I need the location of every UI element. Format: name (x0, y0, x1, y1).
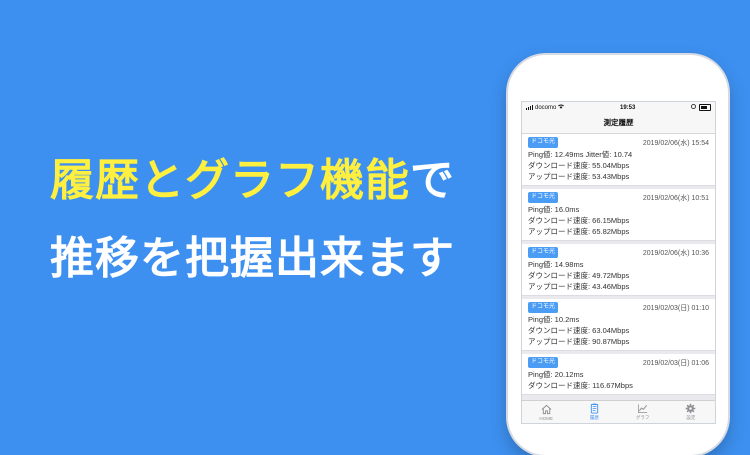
tab-home[interactable]: HOME (526, 404, 566, 421)
entry-date: 2019/02/03(日) 01:06 (642, 359, 709, 367)
phone-screen: docomo 19:53 測定履歴 ドコモ光 2019/02/06(水) 15:5… (521, 101, 716, 424)
tab-graph[interactable]: グラフ (623, 403, 663, 421)
headline-suffix: で (410, 155, 455, 206)
carrier-label: docomo (535, 104, 557, 111)
history-icon (590, 403, 599, 414)
headline-highlight: 履歴とグラフ機能 (50, 155, 410, 206)
home-icon (541, 404, 552, 414)
battery-icon (699, 104, 711, 111)
entry-date: 2019/02/06(水) 10:36 (642, 249, 709, 257)
upload-line: アップロード速度: 43.46Mbps (528, 282, 630, 291)
upload-line: アップロード速度: 53.43Mbps (528, 172, 630, 181)
tab-settings[interactable]: 設定 (671, 403, 711, 421)
entry-date: 2019/02/06(水) 15:54 (642, 139, 709, 147)
history-entry[interactable]: ドコモ光 2019/02/06(水) 10:51 Ping値: 16.0ms ダウンロ… (522, 189, 715, 241)
network-badge: ドコモ光 (528, 192, 559, 203)
download-line: ダウンロード速度: 63.04Mbps (528, 326, 630, 335)
promo-headline: 履歴とグラフ機能で 推移を把握出来ます (50, 142, 480, 298)
headline-line-2: 推移を把握出来ます (50, 233, 455, 284)
tab-settings-label: 設定 (686, 415, 696, 420)
tab-graph-label: グラフ (635, 415, 650, 420)
entry-date: 2019/02/06(水) 10:51 (642, 194, 709, 202)
ping-line: Ping値: 10.2ms (528, 315, 580, 324)
upload-line: アップロード速度: 90.87Mbps (528, 337, 630, 346)
download-line: ダウンロード速度: 49.72Mbps (528, 271, 630, 280)
graph-icon (638, 404, 648, 413)
lock-rotation-icon (691, 104, 696, 111)
network-badge: ドコモ光 (528, 137, 559, 148)
history-entry[interactable]: ドコモ光 2019/02/03(日) 01:06 Ping値: 20.12ms ダウン… (522, 354, 715, 395)
gear-icon (686, 403, 696, 414)
upload-line: アップロード速度: 65.82Mbps (528, 227, 630, 236)
nav-title: 測定履歴 (522, 113, 715, 134)
tab-bar: HOME 履歴 グラフ 設定 (522, 400, 715, 423)
status-bar: docomo 19:53 (522, 102, 715, 113)
headline-line-1: 履歴とグラフ機能で (50, 142, 480, 220)
entry-date: 2019/02/03(日) 01:10 (642, 304, 709, 312)
network-badge: ドコモ光 (528, 357, 559, 368)
signal-icon (526, 105, 533, 110)
download-line: ダウンロード速度: 55.04Mbps (528, 161, 630, 170)
tab-history-label: 履歴 (589, 415, 599, 420)
history-entry[interactable]: ドコモ光 2019/02/06(水) 10:36 Ping値: 14.98ms ダウン… (522, 244, 715, 296)
ping-line: Ping値: 14.98ms (528, 260, 584, 269)
ping-line: Ping値: 16.0ms (528, 205, 580, 214)
history-entry[interactable]: ドコモ光 2019/02/03(日) 01:10 Ping値: 10.2ms ダウンロ… (522, 299, 715, 351)
network-badge: ドコモ光 (528, 302, 559, 313)
history-list[interactable]: ドコモ光 2019/02/06(水) 15:54 Ping値: 12.49ms Ji… (522, 134, 715, 402)
network-badge: ドコモ光 (528, 247, 559, 258)
ping-line: Ping値: 12.49ms Jitter値: 10.74 (528, 150, 633, 159)
download-line: ダウンロード速度: 66.15Mbps (528, 216, 630, 225)
history-entry[interactable]: ドコモ光 2019/02/06(水) 15:54 Ping値: 12.49ms Ji… (522, 134, 715, 186)
clock: 19:53 (620, 104, 636, 111)
tab-history[interactable]: 履歴 (574, 403, 614, 421)
ping-line: Ping値: 20.12ms (528, 370, 584, 379)
tab-home-label: HOME (539, 415, 553, 421)
wifi-icon (558, 104, 565, 111)
download-line: ダウンロード速度: 116.67Mbps (528, 381, 633, 390)
